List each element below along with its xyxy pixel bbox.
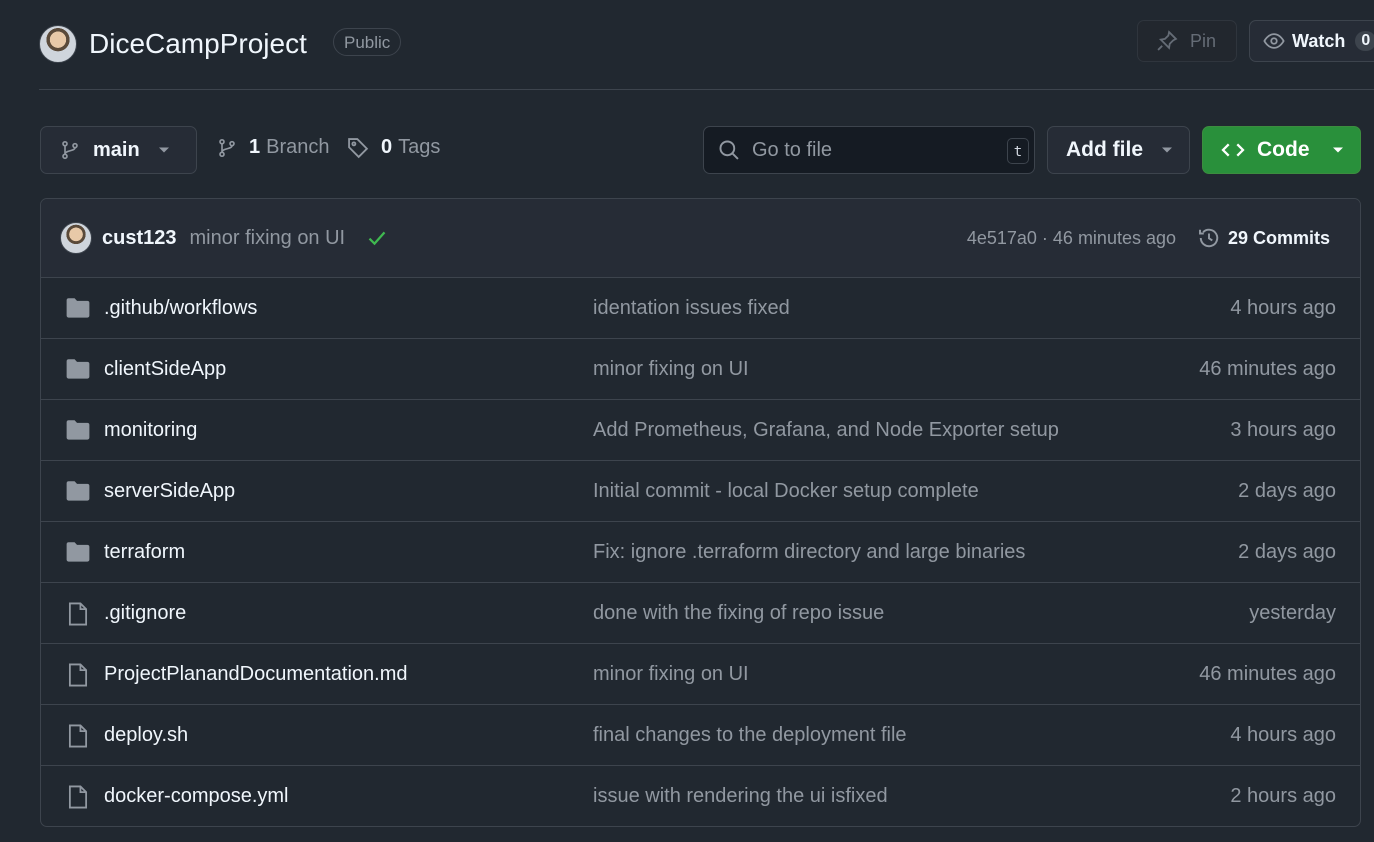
tag-icon bbox=[347, 137, 369, 159]
pin-button[interactable]: Pin bbox=[1137, 20, 1237, 62]
file-row[interactable]: serverSideApp Initial commit - local Dock… bbox=[41, 461, 1360, 522]
commits-label: 29 Commits bbox=[1227, 227, 1330, 248]
branch-icon bbox=[217, 137, 237, 159]
history-icon bbox=[1197, 226, 1221, 250]
repo-header: DiceCampProject Public Pin Watch 0 bbox=[0, 0, 1374, 90]
chevron-down-icon bbox=[1332, 146, 1344, 154]
file-commit-message[interactable]: Initial commit - local Docker setup comp… bbox=[593, 480, 979, 503]
file-icon bbox=[65, 662, 91, 688]
file-commit-time: 2 hours ago bbox=[1230, 785, 1336, 807]
file-name-link[interactable]: ProjectPlanandDocumentation.md bbox=[104, 663, 408, 686]
file-commit-message[interactable]: Fix: ignore .terraform directory and lar… bbox=[593, 541, 1025, 564]
branch-icon bbox=[60, 139, 80, 161]
file-commit-message[interactable]: done with the fixing of repo issue bbox=[593, 602, 884, 625]
folder-icon bbox=[65, 296, 91, 320]
file-name-link[interactable]: monitoring bbox=[104, 419, 197, 442]
commits-history-link[interactable]: 29 Commits bbox=[1197, 226, 1330, 250]
file-commit-message[interactable]: final changes to the deployment file bbox=[593, 724, 907, 747]
file-name-link[interactable]: .gitignore bbox=[104, 602, 186, 625]
go-to-file-search[interactable]: t bbox=[703, 126, 1035, 174]
commit-message[interactable]: minor fixing on UI bbox=[190, 227, 346, 250]
file-icon bbox=[65, 723, 91, 749]
tags-count: 0 bbox=[381, 136, 393, 158]
file-row[interactable]: monitoring Add Prometheus, Grafana, and N… bbox=[41, 400, 1360, 461]
branches-count: 1 bbox=[249, 136, 261, 158]
commit-hash-time[interactable]: 4e517a0 · 46 minutes ago bbox=[967, 228, 1176, 249]
watch-button[interactable]: Watch 0 bbox=[1249, 20, 1374, 62]
add-file-label: Add file bbox=[1066, 138, 1143, 161]
branches-link[interactable]: 1 Branch bbox=[217, 136, 330, 159]
folder-icon bbox=[65, 418, 91, 442]
code-label: Code bbox=[1257, 138, 1310, 161]
file-commit-time: yesterday bbox=[1249, 601, 1336, 624]
file-row[interactable]: .gitignore done with the fixing of repo i… bbox=[41, 583, 1360, 644]
file-commit-time: 2 days ago bbox=[1238, 479, 1336, 502]
pin-icon bbox=[1156, 30, 1178, 52]
file-commit-message[interactable]: identation issues fixed bbox=[593, 297, 790, 320]
file-row[interactable]: terraform Fix: ignore .terraform director… bbox=[41, 522, 1360, 583]
search-input[interactable] bbox=[752, 138, 992, 162]
file-commit-message[interactable]: minor fixing on UI bbox=[593, 663, 749, 686]
commit-author[interactable]: cust123 bbox=[102, 227, 177, 250]
file-commit-time: 4 hours ago bbox=[1230, 723, 1336, 746]
file-name-link[interactable]: clientSideApp bbox=[104, 358, 226, 381]
commit-author-avatar[interactable] bbox=[60, 222, 92, 254]
visibility-badge: Public bbox=[333, 28, 402, 56]
tags-link[interactable]: 0 Tags bbox=[347, 136, 440, 159]
owner-avatar[interactable] bbox=[39, 25, 77, 63]
file-commit-time: 46 minutes ago bbox=[1199, 662, 1336, 685]
keyboard-shortcut-hint: t bbox=[1007, 138, 1029, 164]
file-commit-time: 4 hours ago bbox=[1230, 296, 1336, 319]
tags-label: Tags bbox=[398, 136, 441, 158]
file-row[interactable]: .github/workflows identation issues fixed… bbox=[41, 278, 1360, 339]
file-commit-message[interactable]: issue with rendering the ui isfixed bbox=[593, 785, 888, 808]
file-commit-message[interactable]: Add Prometheus, Grafana, and Node Export… bbox=[593, 419, 1059, 442]
branch-select-button[interactable]: main bbox=[40, 126, 197, 174]
eye-icon bbox=[1263, 30, 1285, 52]
watch-label: Watch bbox=[1292, 30, 1346, 51]
header-divider bbox=[39, 89, 1374, 90]
chevron-down-icon bbox=[158, 146, 170, 154]
folder-icon bbox=[65, 357, 91, 381]
file-row[interactable]: docker-compose.yml issue with rendering t… bbox=[41, 766, 1360, 826]
file-icon bbox=[65, 784, 91, 810]
repo-name[interactable]: DiceCampProject bbox=[89, 25, 307, 63]
folder-icon bbox=[65, 540, 91, 564]
file-icon bbox=[65, 601, 91, 627]
file-name-link[interactable]: serverSideApp bbox=[104, 480, 235, 503]
code-button[interactable]: Code bbox=[1202, 126, 1361, 174]
file-name-link[interactable]: terraform bbox=[104, 541, 185, 564]
file-name-link[interactable]: deploy.sh bbox=[104, 724, 188, 747]
code-icon bbox=[1221, 140, 1245, 160]
file-name-link[interactable]: .github/workflows bbox=[104, 297, 257, 320]
chevron-down-icon bbox=[1161, 146, 1173, 154]
branches-label: Branch bbox=[266, 136, 330, 158]
add-file-button[interactable]: Add file bbox=[1047, 126, 1190, 174]
file-row[interactable]: clientSideApp minor fixing on UI 46 minute… bbox=[41, 339, 1360, 400]
watch-count: 0 bbox=[1355, 31, 1374, 51]
file-row[interactable]: ProjectPlanandDocumentation.md minor fixi… bbox=[41, 644, 1360, 705]
file-table: cust123 minor fixing on UI 4e517a0 · 46 … bbox=[40, 198, 1361, 827]
file-commit-time: 3 hours ago bbox=[1230, 418, 1336, 441]
latest-commit-bar: cust123 minor fixing on UI 4e517a0 · 46 … bbox=[41, 199, 1360, 278]
check-icon[interactable] bbox=[367, 229, 387, 247]
file-commit-time: 46 minutes ago bbox=[1199, 357, 1336, 380]
file-commit-time: 2 days ago bbox=[1238, 540, 1336, 563]
file-commit-message[interactable]: minor fixing on UI bbox=[593, 358, 749, 381]
folder-icon bbox=[65, 479, 91, 503]
file-row[interactable]: deploy.sh final changes to the deployment… bbox=[41, 705, 1360, 766]
search-icon bbox=[718, 139, 740, 161]
pin-label: Pin bbox=[1190, 30, 1217, 51]
file-name-link[interactable]: docker-compose.yml bbox=[104, 785, 289, 808]
branch-name: main bbox=[93, 138, 140, 161]
